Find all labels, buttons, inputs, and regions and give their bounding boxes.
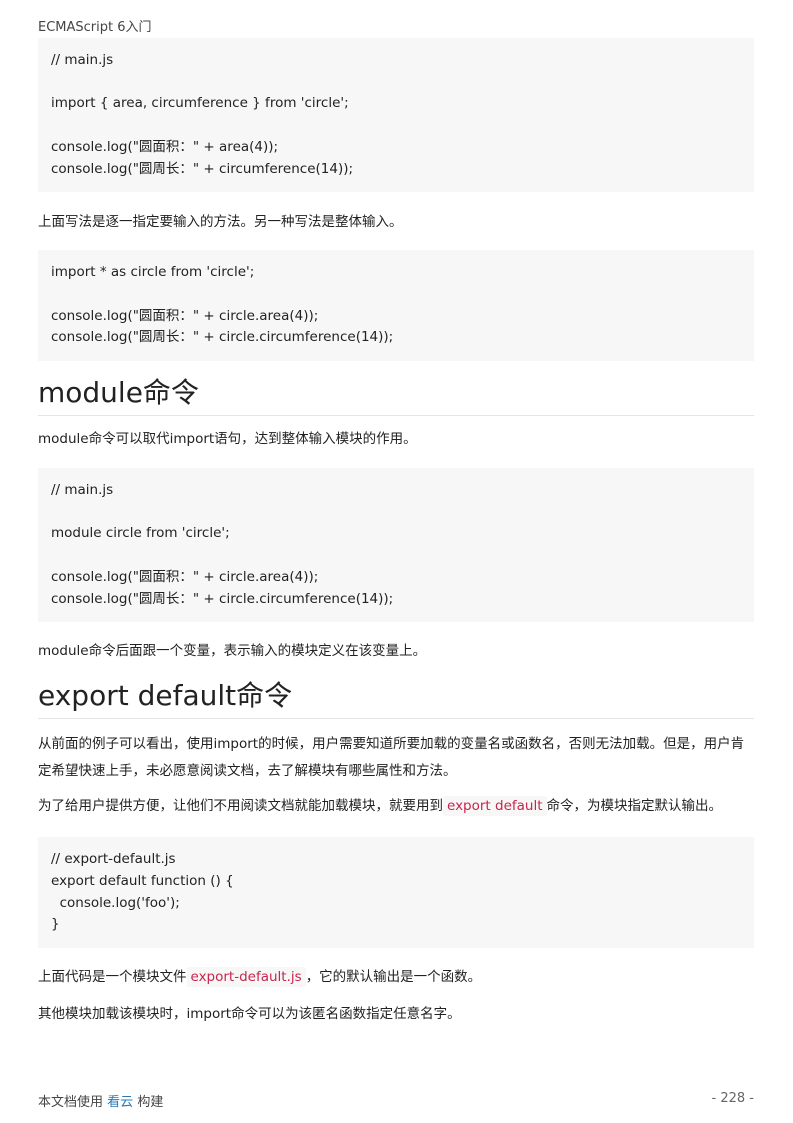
text: 上面代码是一个模块文件: [38, 969, 187, 986]
paragraph: module命令可以取代import语句，达到整体输入模块的作用。: [38, 431, 417, 448]
paragraph: 从前面的例子可以看出，使用import的时候，用户需要知道所要加载的变量名或函数…: [38, 736, 745, 780]
footer-suffix: 构建: [137, 1095, 164, 1110]
inline-code: export default: [443, 796, 547, 817]
brand-link[interactable]: 看云: [107, 1095, 133, 1110]
code-block-import-all: import * as circle from 'circle'; consol…: [38, 250, 754, 362]
text: 为了给用户提供方便，让他们不用阅读文档就能加载模块，就要用到: [38, 798, 443, 815]
page-content: // main.js import { area, circumference …: [38, 38, 754, 1028]
page-number: - 228 -: [711, 1091, 754, 1106]
footer-credit: 本文档使用 看云 构建: [38, 1091, 163, 1110]
text: ，它的默认输出是一个函数。: [305, 969, 482, 986]
code-block-module: // main.js module circle from 'circle'; …: [38, 468, 754, 623]
section-heading-module: module命令: [38, 375, 754, 417]
text: 命令，为模块指定默认输出。: [546, 798, 723, 815]
code-block-export-default: // export-default.js export default func…: [38, 837, 754, 949]
document-header: ECMAScript 6入门: [38, 20, 152, 35]
paragraph: 上面写法是逐一指定要输入的方法。另一种写法是整体输入。: [38, 214, 403, 231]
paragraph: 为了给用户提供方便，让他们不用阅读文档就能加载模块，就要用到 export def…: [38, 793, 754, 820]
inline-code: export-default.js: [186, 967, 306, 988]
paragraph: module命令后面跟一个变量，表示输入的模块定义在该变量上。: [38, 643, 427, 660]
footer-prefix: 本文档使用: [38, 1095, 104, 1110]
code-block-main-js: // main.js import { area, circumference …: [38, 38, 754, 193]
section-heading-export-default: export default命令: [38, 678, 754, 720]
paragraph: 其他模块加载该模块时，import命令可以为该匿名函数指定任意名字。: [38, 1006, 461, 1023]
paragraph: 上面代码是一个模块文件 export-default.js ，它的默认输出是一个函数…: [38, 964, 754, 991]
